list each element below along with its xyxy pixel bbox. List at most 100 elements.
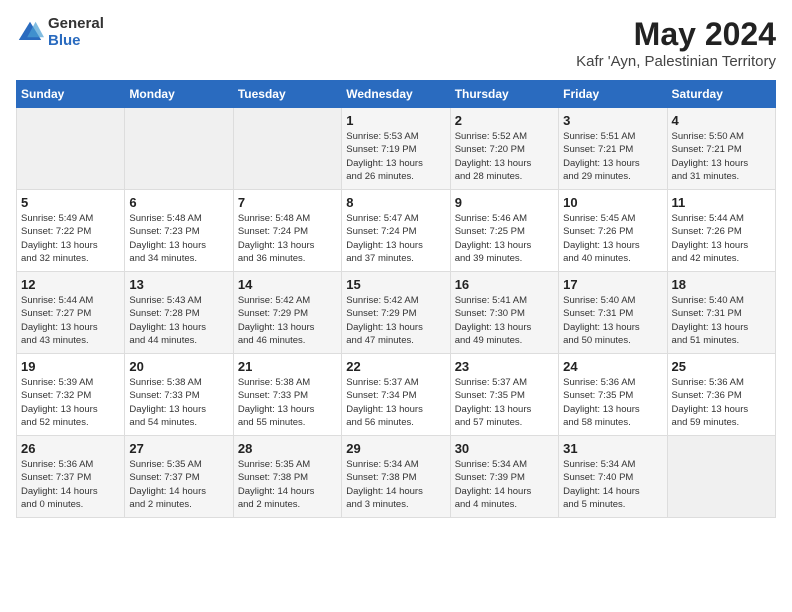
day-number: 28 [238, 441, 337, 456]
day-number: 26 [21, 441, 120, 456]
day-number: 25 [672, 359, 771, 374]
day-info: Sunrise: 5:35 AM Sunset: 7:37 PM Dayligh… [129, 458, 228, 511]
calendar-cell: 16 Sunrise: 5:41 AM Sunset: 7:30 PM Dayli… [450, 272, 558, 354]
day-number: 1 [346, 113, 445, 128]
day-number: 29 [346, 441, 445, 456]
calendar-cell: 6 Sunrise: 5:48 AM Sunset: 7:23 PM Daylig… [125, 190, 233, 272]
weekday-wednesday: Wednesday [342, 81, 450, 108]
day-number: 20 [129, 359, 228, 374]
day-info: Sunrise: 5:36 AM Sunset: 7:36 PM Dayligh… [672, 376, 771, 429]
calendar-cell [17, 108, 125, 190]
day-number: 4 [672, 113, 771, 128]
calendar-cell: 12 Sunrise: 5:44 AM Sunset: 7:27 PM Dayli… [17, 272, 125, 354]
logo: General Blue [16, 16, 104, 49]
weekday-saturday: Saturday [667, 81, 775, 108]
day-info: Sunrise: 5:38 AM Sunset: 7:33 PM Dayligh… [129, 376, 228, 429]
day-number: 30 [455, 441, 554, 456]
calendar-cell: 11Sunrise: 5:44 AM Sunset: 7:26 PM Dayli… [667, 190, 775, 272]
page-header: General Blue May 2024 Kafr 'Ayn, Palesti… [16, 16, 776, 70]
day-info: Sunrise: 5:49 AM Sunset: 7:22 PM Dayligh… [21, 212, 120, 265]
title-block: May 2024 Kafr 'Ayn, Palestinian Territor… [576, 16, 776, 70]
calendar-cell: 27 Sunrise: 5:35 AM Sunset: 7:37 PM Dayli… [125, 436, 233, 518]
calendar-cell: 18 Sunrise: 5:40 AM Sunset: 7:31 PM Dayli… [667, 272, 775, 354]
day-number: 27 [129, 441, 228, 456]
day-info: Sunrise: 5:45 AM Sunset: 7:26 PM Dayligh… [563, 212, 662, 265]
calendar-cell: 20 Sunrise: 5:38 AM Sunset: 7:33 PM Dayli… [125, 354, 233, 436]
day-number: 10 [563, 195, 662, 210]
day-info: Sunrise: 5:38 AM Sunset: 7:33 PM Dayligh… [238, 376, 337, 429]
calendar-body: 1 Sunrise: 5:53 AM Sunset: 7:19 PM Daylig… [17, 108, 776, 518]
day-number: 12 [21, 277, 120, 292]
day-number: 3 [563, 113, 662, 128]
calendar-cell: 13 Sunrise: 5:43 AM Sunset: 7:28 PM Dayli… [125, 272, 233, 354]
day-info: Sunrise: 5:42 AM Sunset: 7:29 PM Dayligh… [346, 294, 445, 347]
day-number: 5 [21, 195, 120, 210]
calendar-cell [233, 108, 341, 190]
calendar-cell: 15 Sunrise: 5:42 AM Sunset: 7:29 PM Dayli… [342, 272, 450, 354]
logo-icon [16, 19, 44, 47]
weekday-sunday: Sunday [17, 81, 125, 108]
calendar-cell [125, 108, 233, 190]
day-info: Sunrise: 5:42 AM Sunset: 7:29 PM Dayligh… [238, 294, 337, 347]
calendar-cell [667, 436, 775, 518]
day-info: Sunrise: 5:52 AM Sunset: 7:20 PM Dayligh… [455, 130, 554, 183]
calendar-week-4: 26Sunrise: 5:36 AM Sunset: 7:37 PM Dayli… [17, 436, 776, 518]
logo-text: General Blue [48, 16, 104, 49]
day-info: Sunrise: 5:34 AM Sunset: 7:39 PM Dayligh… [455, 458, 554, 511]
calendar-cell: 23 Sunrise: 5:37 AM Sunset: 7:35 PM Dayli… [450, 354, 558, 436]
weekday-monday: Monday [125, 81, 233, 108]
day-number: 2 [455, 113, 554, 128]
day-number: 22 [346, 359, 445, 374]
day-info: Sunrise: 5:41 AM Sunset: 7:30 PM Dayligh… [455, 294, 554, 347]
day-info: Sunrise: 5:48 AM Sunset: 7:24 PM Dayligh… [238, 212, 337, 265]
calendar-cell: 31Sunrise: 5:34 AM Sunset: 7:40 PM Dayli… [559, 436, 667, 518]
calendar-cell: 24 Sunrise: 5:36 AM Sunset: 7:35 PM Dayli… [559, 354, 667, 436]
day-number: 15 [346, 277, 445, 292]
calendar-week-2: 12 Sunrise: 5:44 AM Sunset: 7:27 PM Dayli… [17, 272, 776, 354]
day-number: 21 [238, 359, 337, 374]
calendar-cell: 8Sunrise: 5:47 AM Sunset: 7:24 PM Daylig… [342, 190, 450, 272]
day-info: Sunrise: 5:34 AM Sunset: 7:40 PM Dayligh… [563, 458, 662, 511]
calendar-cell: 21 Sunrise: 5:38 AM Sunset: 7:33 PM Dayli… [233, 354, 341, 436]
day-info: Sunrise: 5:40 AM Sunset: 7:31 PM Dayligh… [672, 294, 771, 347]
weekday-friday: Friday [559, 81, 667, 108]
day-info: Sunrise: 5:36 AM Sunset: 7:35 PM Dayligh… [563, 376, 662, 429]
day-number: 24 [563, 359, 662, 374]
calendar-cell: 10 Sunrise: 5:45 AM Sunset: 7:26 PM Dayli… [559, 190, 667, 272]
calendar-week-3: 19Sunrise: 5:39 AM Sunset: 7:32 PM Dayli… [17, 354, 776, 436]
day-info: Sunrise: 5:48 AM Sunset: 7:23 PM Dayligh… [129, 212, 228, 265]
day-info: Sunrise: 5:46 AM Sunset: 7:25 PM Dayligh… [455, 212, 554, 265]
calendar-cell: 5 Sunrise: 5:49 AM Sunset: 7:22 PM Daylig… [17, 190, 125, 272]
calendar-cell: 2 Sunrise: 5:52 AM Sunset: 7:20 PM Daylig… [450, 108, 558, 190]
calendar-cell: 14Sunrise: 5:42 AM Sunset: 7:29 PM Dayli… [233, 272, 341, 354]
day-info: Sunrise: 5:44 AM Sunset: 7:27 PM Dayligh… [21, 294, 120, 347]
calendar-cell: 25 Sunrise: 5:36 AM Sunset: 7:36 PM Dayli… [667, 354, 775, 436]
day-info: Sunrise: 5:39 AM Sunset: 7:32 PM Dayligh… [21, 376, 120, 429]
calendar-cell: 7 Sunrise: 5:48 AM Sunset: 7:24 PM Daylig… [233, 190, 341, 272]
day-info: Sunrise: 5:50 AM Sunset: 7:21 PM Dayligh… [672, 130, 771, 183]
calendar-cell: 28 Sunrise: 5:35 AM Sunset: 7:38 PM Dayli… [233, 436, 341, 518]
day-info: Sunrise: 5:35 AM Sunset: 7:38 PM Dayligh… [238, 458, 337, 511]
day-number: 23 [455, 359, 554, 374]
day-info: Sunrise: 5:44 AM Sunset: 7:26 PM Dayligh… [672, 212, 771, 265]
calendar-cell: 9Sunrise: 5:46 AM Sunset: 7:25 PM Daylig… [450, 190, 558, 272]
day-number: 17 [563, 277, 662, 292]
weekday-header-row: SundayMondayTuesdayWednesdayThursdayFrid… [17, 81, 776, 108]
day-number: 18 [672, 277, 771, 292]
calendar-cell: 19Sunrise: 5:39 AM Sunset: 7:32 PM Dayli… [17, 354, 125, 436]
day-number: 7 [238, 195, 337, 210]
day-info: Sunrise: 5:37 AM Sunset: 7:35 PM Dayligh… [455, 376, 554, 429]
calendar-cell: 29 Sunrise: 5:34 AM Sunset: 7:38 PM Dayli… [342, 436, 450, 518]
day-number: 13 [129, 277, 228, 292]
day-info: Sunrise: 5:53 AM Sunset: 7:19 PM Dayligh… [346, 130, 445, 183]
calendar-table: SundayMondayTuesdayWednesdayThursdayFrid… [16, 80, 776, 518]
day-number: 6 [129, 195, 228, 210]
day-info: Sunrise: 5:40 AM Sunset: 7:31 PM Dayligh… [563, 294, 662, 347]
logo-general: General [48, 16, 104, 33]
logo-blue: Blue [48, 33, 104, 50]
day-info: Sunrise: 5:34 AM Sunset: 7:38 PM Dayligh… [346, 458, 445, 511]
weekday-thursday: Thursday [450, 81, 558, 108]
day-info: Sunrise: 5:43 AM Sunset: 7:28 PM Dayligh… [129, 294, 228, 347]
calendar-cell: 3Sunrise: 5:51 AM Sunset: 7:21 PM Daylig… [559, 108, 667, 190]
day-number: 16 [455, 277, 554, 292]
